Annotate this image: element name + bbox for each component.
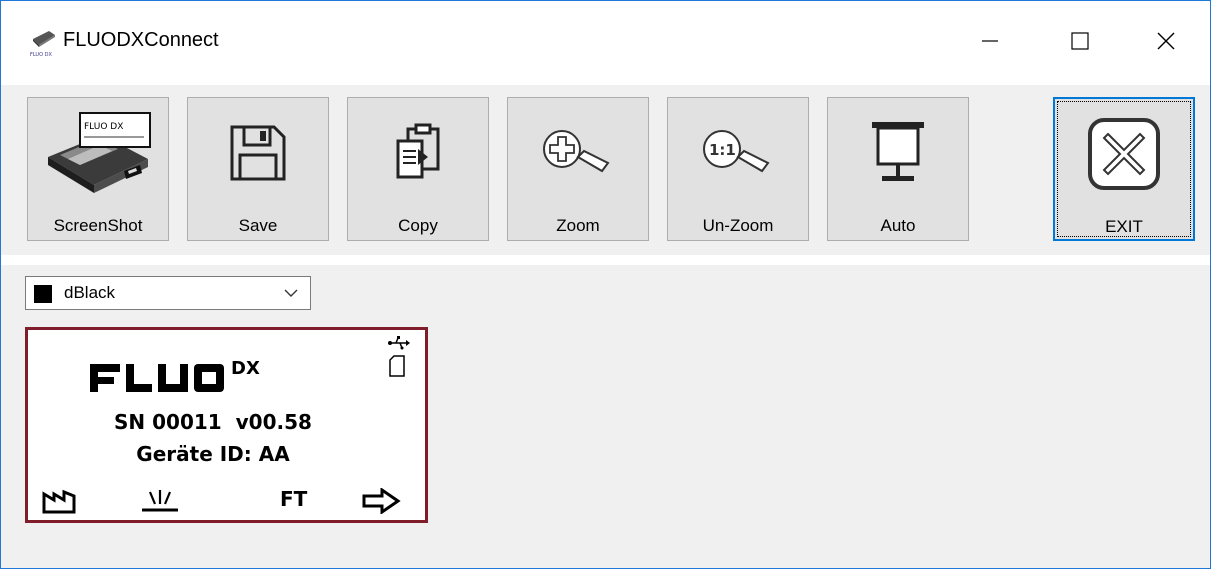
maximize-icon bbox=[1071, 32, 1089, 50]
minimize-icon bbox=[982, 40, 998, 42]
chevron-down-icon bbox=[284, 289, 298, 297]
light-emission-icon bbox=[142, 490, 178, 512]
factory-icon bbox=[42, 489, 76, 514]
app-window: FLUO DX FLUODXConnect FLUO DX ScreenShot… bbox=[0, 0, 1211, 569]
zoom-in-icon bbox=[543, 130, 610, 173]
usb-sd-icon bbox=[388, 336, 410, 377]
maximize-button[interactable] bbox=[1051, 9, 1109, 73]
save-button[interactable]: Save bbox=[187, 97, 329, 241]
zoom-reset-icon: 1:1 bbox=[703, 130, 770, 173]
close-button[interactable] bbox=[1137, 9, 1195, 73]
svg-text:FLUO DX: FLUO DX bbox=[30, 52, 52, 58]
app-icon: FLUO DX bbox=[29, 27, 57, 59]
screenshot-button[interactable]: FLUO DX ScreenShot bbox=[27, 97, 169, 241]
main-area: dBlack DX SN 00011 v00.58 Geräte ID: AA … bbox=[1, 265, 1210, 568]
window-title: FLUODXConnect bbox=[63, 29, 219, 51]
auto-button-label: Auto bbox=[880, 216, 916, 235]
projector-screen-icon bbox=[872, 122, 924, 181]
zoom-button-label: Zoom bbox=[556, 216, 600, 235]
device-camera-icon: FLUO DX bbox=[48, 112, 151, 193]
fluodx-logo: DX bbox=[90, 358, 260, 392]
device-display: DX SN 00011 v00.58 Geräte ID: AA FT bbox=[25, 327, 428, 523]
exit-button-label: EXIT bbox=[1105, 217, 1143, 236]
logo-suffix: DX bbox=[231, 358, 260, 379]
arrow-right-icon bbox=[362, 488, 401, 514]
unzoom-button-label: Un-Zoom bbox=[702, 216, 774, 235]
copy-button-label: Copy bbox=[398, 216, 438, 235]
auto-button[interactable]: Auto bbox=[827, 97, 969, 241]
zoom-button[interactable]: Zoom bbox=[507, 97, 649, 241]
color-swatch bbox=[34, 285, 52, 303]
color-select-value: dBlack bbox=[64, 283, 116, 302]
toolbar: FLUO DX ScreenShot Save Copy Zoom 1:1 Un… bbox=[1, 85, 1210, 255]
toolbar-divider bbox=[1, 255, 1210, 265]
serial-number-line: SN 00011 v00.58 bbox=[114, 410, 312, 434]
minimize-button[interactable] bbox=[961, 9, 1019, 73]
save-button-label: Save bbox=[238, 216, 278, 235]
screenshot-button-label: ScreenShot bbox=[53, 216, 143, 235]
soft-key-ft: FT bbox=[280, 487, 308, 511]
floppy-disk-icon bbox=[230, 125, 286, 181]
copy-button[interactable]: Copy bbox=[347, 97, 489, 241]
title-bar: FLUO DX FLUODXConnect bbox=[1, 1, 1210, 85]
exit-button[interactable]: EXIT bbox=[1053, 97, 1195, 241]
clipboard-copy-icon bbox=[396, 123, 440, 179]
svg-text:1:1: 1:1 bbox=[709, 141, 736, 159]
color-select[interactable]: dBlack bbox=[25, 276, 311, 310]
device-id-line: Geräte ID: AA bbox=[136, 442, 290, 466]
screenshot-logo-text: FLUO DX bbox=[84, 122, 123, 132]
close-icon bbox=[1157, 32, 1175, 50]
unzoom-button[interactable]: 1:1 Un-Zoom bbox=[667, 97, 809, 241]
close-box-icon bbox=[1088, 118, 1160, 190]
